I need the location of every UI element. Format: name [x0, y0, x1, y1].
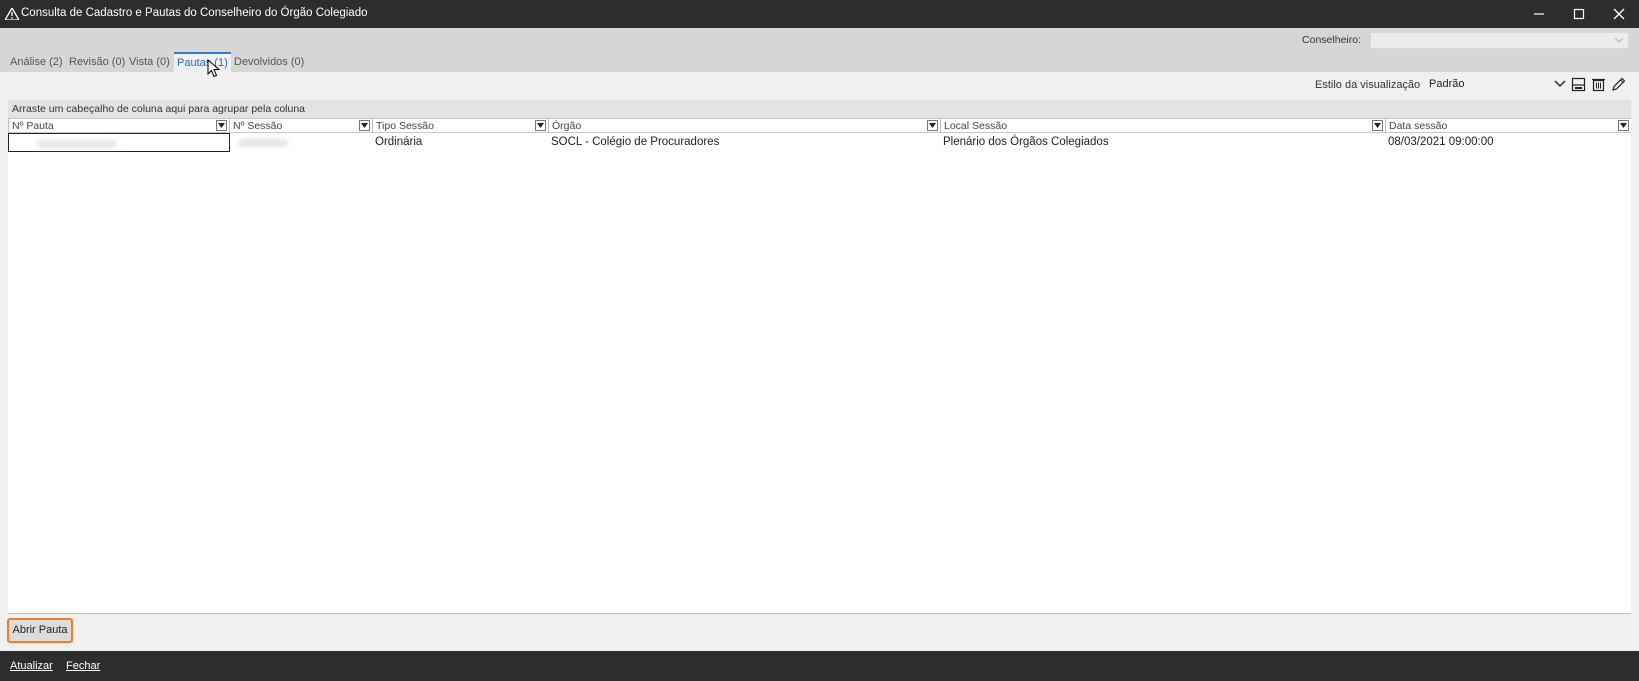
minimize-icon [1534, 13, 1544, 15]
filter-dropdown-icon[interactable] [216, 120, 227, 131]
main-content: Conselheiro: Análise (2) Revisão (0) Vis… [0, 28, 1639, 651]
redacted-value [37, 140, 117, 148]
filter-dropdown-icon[interactable] [359, 120, 370, 131]
view-style-value: Padrão [1429, 78, 1465, 90]
cell-data-sessao[interactable]: 08/03/2021 09:00:00 [1385, 133, 1631, 152]
cell-sessao[interactable] [230, 133, 372, 152]
tab-pautas[interactable]: Pautas (1) [174, 52, 231, 72]
tab-analise[interactable]: Análise (2) [10, 52, 63, 72]
warning-triangle-icon [5, 8, 19, 20]
cell-orgao[interactable]: SOCL - Colégio de Procuradores [548, 133, 940, 152]
cell-pauta[interactable] [8, 133, 230, 152]
fechar-link[interactable]: Fechar [66, 660, 100, 672]
close-icon [1613, 8, 1625, 20]
tab-vista[interactable]: Vista (0) [129, 52, 170, 72]
cell-tipo-sessao[interactable]: Ordinária [372, 133, 548, 152]
edit-layout-icon[interactable] [1611, 77, 1626, 92]
minimize-button[interactable] [1519, 0, 1559, 28]
group-by-hint: Arraste um cabeçalho de coluna aqui para… [12, 103, 306, 115]
column-header-pauta[interactable]: Nº Pauta [8, 119, 229, 133]
redacted-value [238, 139, 288, 147]
pautas-grid: Nº Pauta Nº Sessão Tipo Sessão Órgão Loc… [8, 118, 1631, 614]
chevron-down-icon [1554, 80, 1566, 87]
save-layout-icon[interactable] [1571, 77, 1586, 92]
maximize-icon [1573, 8, 1585, 20]
column-header-orgao[interactable]: Órgão [548, 119, 940, 133]
footer-bar: Atualizar Fechar [0, 651, 1639, 681]
filter-dropdown-icon[interactable] [1372, 120, 1383, 131]
conselheiro-label: Conselheiro: [1302, 34, 1361, 46]
view-style-dropdown[interactable]: Padrão [1425, 75, 1569, 94]
conselheiro-dropdown[interactable] [1370, 32, 1629, 49]
window-title: Consulta de Cadastro e Pautas do Conselh… [21, 7, 368, 19]
column-header-sessao[interactable]: Nº Sessão [229, 119, 372, 133]
abrir-pauta-button[interactable]: Abrir Pauta [7, 618, 73, 643]
title-bar: Consulta de Cadastro e Pautas do Conselh… [0, 0, 1639, 28]
maximize-button[interactable] [1559, 0, 1599, 28]
group-by-panel[interactable]: Arraste um cabeçalho de coluna aqui para… [8, 100, 1631, 118]
delete-layout-icon[interactable] [1591, 77, 1606, 92]
close-button[interactable] [1599, 0, 1639, 28]
filter-dropdown-icon[interactable] [1618, 120, 1629, 131]
tab-revisao[interactable]: Revisão (0) [69, 52, 125, 72]
view-style-label: Estilo da visualização [1315, 79, 1421, 91]
mouse-cursor-icon [207, 59, 220, 78]
cell-local-sessao[interactable]: Plenário dos Órgãos Colegiados [940, 133, 1385, 152]
column-header-tipo-sessao[interactable]: Tipo Sessão [372, 119, 548, 133]
filter-dropdown-icon[interactable] [535, 120, 546, 131]
column-header-local-sessao[interactable]: Local Sessão [940, 119, 1385, 133]
filter-dropdown-icon[interactable] [927, 120, 938, 131]
atualizar-link[interactable]: Atualizar [10, 660, 53, 672]
chevron-down-icon [1614, 37, 1624, 43]
tab-devolvidos[interactable]: Devolvidos (0) [234, 52, 304, 72]
column-header-data-sessao[interactable]: Data sessão [1385, 119, 1631, 133]
grid-header: Nº Pauta Nº Sessão Tipo Sessão Órgão Loc… [8, 118, 1631, 133]
table-row[interactable]: Ordinária SOCL - Colégio de Procuradores… [8, 133, 1631, 152]
